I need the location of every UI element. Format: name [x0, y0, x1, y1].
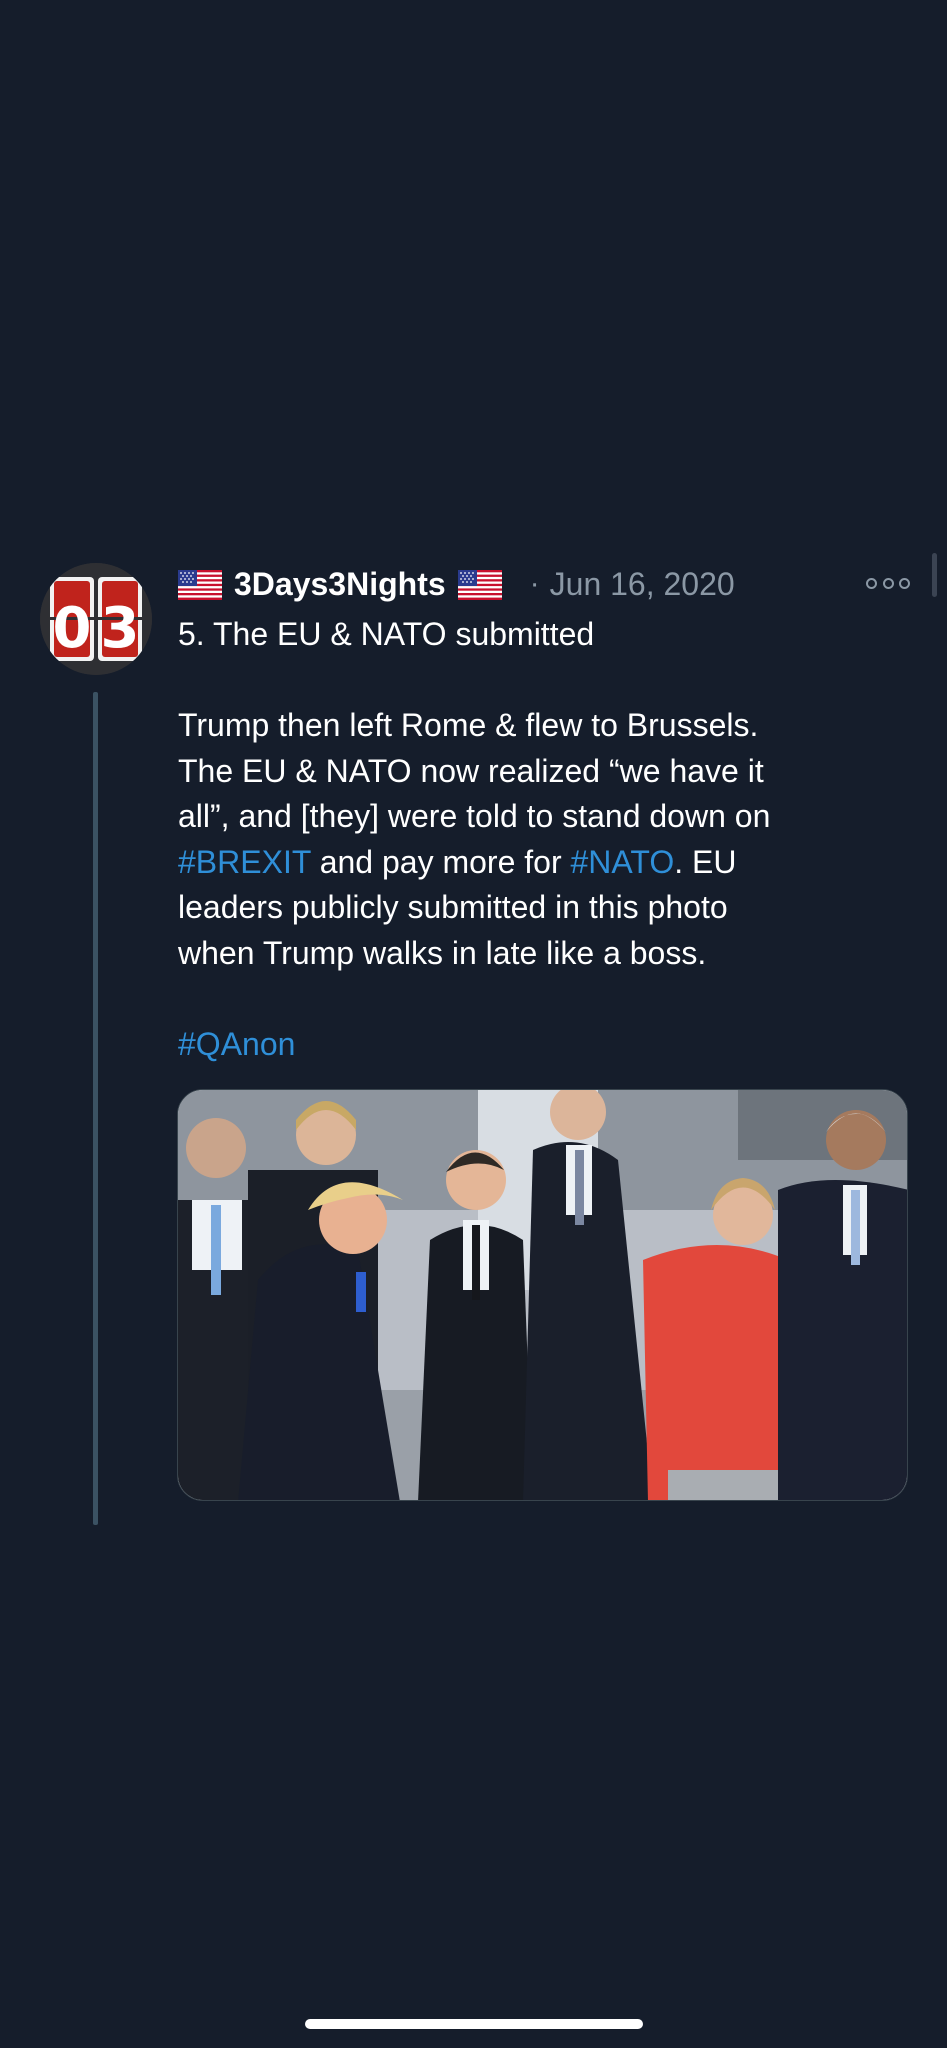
tweet-text: 5. The EU & NATO submitted Trump then le… — [178, 612, 918, 1067]
display-name[interactable]: 3Days3Nights — [234, 566, 446, 603]
tweet-line-1: Trump then left Rome & flew to Brussels. — [178, 707, 759, 743]
tweet-line-6: when Trump walks in late like a boss. — [178, 934, 707, 971]
tweet-title-line: 5. The EU & NATO submitted — [178, 616, 595, 652]
photo-image — [178, 1090, 907, 1500]
hashtag-nato-link[interactable]: #NATO — [570, 844, 674, 880]
tweet-line-3: all”, and [they] were told to stand down… — [178, 798, 771, 834]
tweet-line-4-end: . EU — [674, 843, 737, 880]
timestamp[interactable]: Jun 16, 2020 — [550, 566, 735, 603]
us-flag-icon — [457, 570, 502, 600]
avatar-digit-0: 0 — [53, 596, 92, 661]
tweet-line-4-mid: and pay more for — [310, 843, 571, 880]
tweet-line-2: The EU & NATO now realized “we have it — [178, 752, 764, 789]
avatar-image: 0 3 — [40, 563, 152, 675]
more-options-icon[interactable] — [866, 572, 910, 594]
tweet-photo[interactable] — [177, 1089, 908, 1501]
us-flag-icon — [178, 570, 222, 600]
thread-line — [93, 692, 98, 1525]
tweet-header: 3Days3Nights · Jun 16, 2020 — [178, 560, 918, 608]
hashtag-brexit-link[interactable]: #BREXIT — [178, 844, 311, 880]
avatar-digit-3: 3 — [101, 596, 140, 661]
tweet-line-5: leaders publicly submitted in this photo — [178, 889, 728, 925]
home-indicator[interactable] — [305, 2019, 643, 2029]
separator-dot: · — [529, 567, 540, 600]
tweet-line-4: #BREXIT and pay more for #NATO. EU — [178, 840, 918, 886]
screen: 0 3 3Days3Nights · Jun 16, 2020 5. The E… — [0, 0, 947, 2048]
scroll-indicator[interactable] — [932, 553, 937, 597]
hashtag-qanon-link[interactable]: #QAnon — [178, 1026, 295, 1062]
avatar[interactable]: 0 3 — [40, 563, 152, 675]
tweet-hashtag-line: #QAnon — [178, 1022, 918, 1068]
